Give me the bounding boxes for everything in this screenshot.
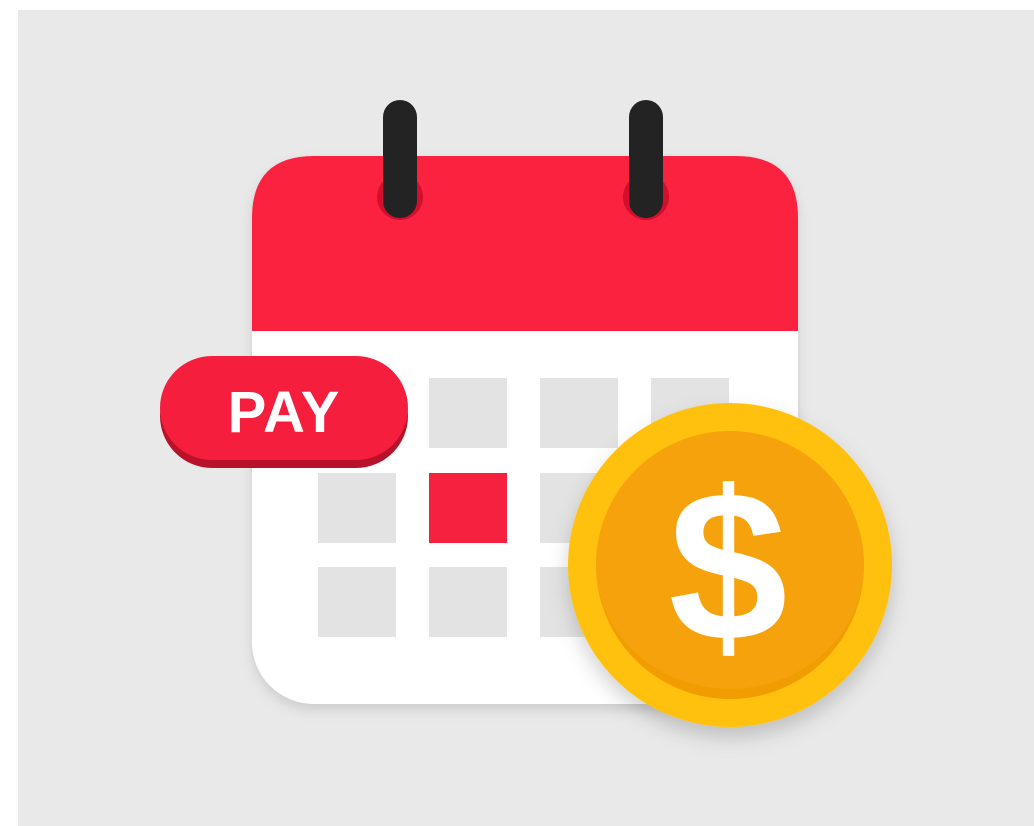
grid-cell <box>540 378 618 448</box>
grid-cell <box>318 567 396 637</box>
illustration-canvas: PAY $ <box>0 0 1034 826</box>
grid-cell <box>318 473 396 543</box>
grid-cell <box>429 567 507 637</box>
dollar-coin-icon: $ <box>568 403 892 727</box>
calendar-header <box>252 156 798 331</box>
grid-cell <box>429 378 507 448</box>
pay-badge-label: PAY <box>228 380 341 445</box>
pay-badge: PAY <box>160 356 408 468</box>
pay-day-highlight-cell <box>429 473 507 543</box>
dollar-sign-icon: $ <box>668 447 787 686</box>
payday-calendar-illustration: PAY $ <box>160 100 892 727</box>
